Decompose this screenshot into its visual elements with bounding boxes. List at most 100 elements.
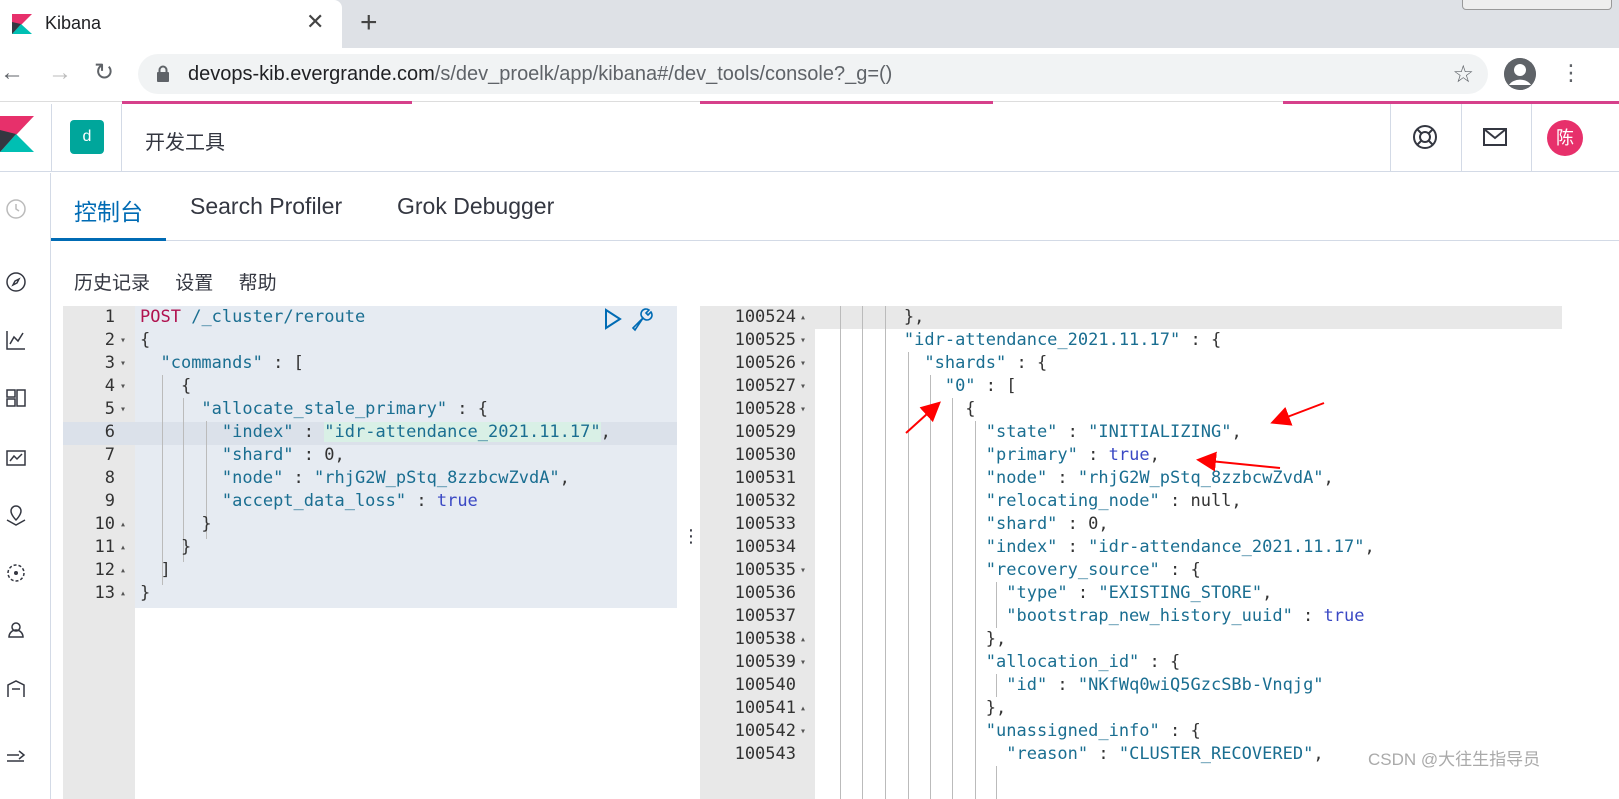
collapse-nav-icon[interactable] [4,746,28,770]
code-text: "index" : "idr-attendance_2021.11.17", [985,537,1375,557]
code-text: { [140,376,192,396]
line-number: 12 [94,560,115,580]
fold-close-icon[interactable]: ▴ [800,306,806,329]
code-text: }, [822,629,1007,649]
logs-icon[interactable] [4,677,28,701]
code-line: 100540 "id" : "NKfWq0wiQ5GzcSBb-Vnqjg" [700,674,1619,697]
line-number: 7 [104,445,115,465]
header-divider [51,104,52,172]
help-link[interactable]: 帮助 [239,273,277,294]
maps-icon[interactable] [4,503,28,527]
fold-open-icon[interactable]: ▾ [800,375,806,398]
fold-open-icon[interactable]: ▾ [800,720,806,743]
line-number: 11 [94,537,115,557]
watermark: CSDN @大往生指导员 [1368,750,1541,769]
header-divider [121,104,122,172]
fold-open-icon[interactable]: ▾ [120,329,126,352]
dashboard-icon[interactable] [4,386,28,410]
forward-icon[interactable]: → [48,58,72,88]
clock-icon[interactable] [4,197,28,221]
compass-discover-icon[interactable] [4,270,28,294]
code-text: "index" : "idr-attendance_2021.11.17", [221,422,611,442]
code-line: 9 "accept_data_loss" : true [63,490,677,513]
line-number: 3 [104,353,115,373]
line-number: 100530 [734,445,796,465]
line-number: 100540 [734,675,796,695]
line-number: 100524 [734,307,796,327]
code-text: "commands" : [ [160,353,304,373]
browser-menu-icon[interactable]: ⋮ [1560,60,1582,86]
code-line: 6 "index" : "idr-attendance_2021.11.17", [63,421,677,444]
line-number: 100525 [734,330,796,350]
settings-link[interactable]: 设置 [175,273,213,294]
code-line: 5 ▾ "allocate_stale_primary" : { [63,398,677,421]
console-menu: 历史记录 设置 帮助 [74,268,297,295]
code-line: 100525 ▾ "idr-attendance_2021.11.17" : { [700,329,1619,352]
fold-open-icon[interactable]: ▾ [800,352,806,375]
code-text: "shard" : 0, [221,445,345,465]
tab-grok-debugger[interactable]: Grok Debugger [397,193,554,220]
fold-open-icon[interactable]: ▾ [120,375,126,398]
fold-open-icon[interactable]: ▾ [800,398,806,421]
code-text: "bootstrap_new_history_uuid" : true [1006,606,1365,626]
line-number: 100539 [734,652,796,672]
fold-close-icon[interactable]: ▴ [120,513,126,536]
code-text: "relocating_node" : null, [985,491,1242,511]
active-tab-indicator [51,238,166,241]
tab-console[interactable]: 控制台 [74,193,143,227]
bookmark-star-icon[interactable]: ☆ [1452,60,1474,89]
code-line: 13 ▴} [63,582,677,605]
code-line: 100532 "relocating_node" : null, [700,490,1619,513]
code-line: 100541 ▴ }, [700,697,1619,720]
line-number: 9 [104,491,115,511]
url-input[interactable]: devops-kib.evergrande.com/s/dev_proelk/a… [138,54,1488,94]
code-line: 1 POST /_cluster/reroute [63,306,677,329]
fold-close-icon[interactable]: ▴ [120,536,126,559]
response-editor[interactable]: 100524 ▴ }, 100525 ▾ "idr-attendance_2021.1… [700,306,1619,799]
fold-open-icon[interactable]: ▾ [120,398,126,421]
ml-icon[interactable] [4,561,28,585]
line-number: 100543 [734,744,796,764]
line-number: 100527 [734,376,796,396]
fold-open-icon[interactable]: ▾ [800,329,806,352]
fold-close-icon[interactable]: ▴ [800,697,806,720]
fold-close-icon[interactable]: ▴ [120,559,126,582]
window-controls[interactable] [1462,0,1612,10]
canvas-icon[interactable] [4,445,28,469]
line-number: 100532 [734,491,796,511]
fold-close-icon[interactable]: ▴ [120,582,126,605]
tab-search-profiler[interactable]: Search Profiler [190,193,342,220]
annotation-arrows [905,401,1325,472]
visualize-icon[interactable] [4,328,28,352]
back-icon[interactable]: ← [0,58,24,88]
line-number: 8 [104,468,115,488]
fold-open-icon[interactable]: ▾ [800,651,806,674]
mail-icon[interactable] [1482,124,1508,150]
code-text: "shard" : 0, [985,514,1109,534]
code-line: 100526 ▾ "shards" : { [700,352,1619,375]
line-number: 6 [104,422,115,442]
fold-close-icon[interactable]: ▴ [800,628,806,651]
new-tab-icon[interactable]: + [360,6,378,40]
fold-open-icon[interactable]: ▾ [120,352,126,375]
request-editor[interactable]: 1 POST /_cluster/reroute 2 ▾{3 ▾ "commands" … [63,306,677,799]
close-icon[interactable]: ✕ [306,10,324,34]
infrastructure-icon[interactable] [4,619,28,643]
browser-tab[interactable]: Kibana ✕ [0,0,342,48]
line-number: 100535 [734,560,796,580]
user-avatar[interactable]: 陈 [1547,120,1583,156]
reload-icon[interactable]: ↻ [94,58,114,88]
resize-handle[interactable]: ⋮ [682,526,700,547]
kibana-logo-icon[interactable] [0,116,34,152]
header-divider [1531,104,1532,172]
history-link[interactable]: 历史记录 [74,273,150,294]
profile-icon[interactable] [1504,58,1536,90]
code-line: 100534 "index" : "idr-attendance_2021.11… [700,536,1619,559]
browser-tab-title: Kibana [45,13,102,33]
line-number: 100541 [734,698,796,718]
help-lifebuoy-icon[interactable] [1412,124,1438,150]
fold-open-icon[interactable]: ▾ [800,559,806,582]
space-avatar[interactable]: d [70,120,104,154]
code-text: POST /_cluster/reroute [140,307,366,327]
lock-icon [157,65,169,82]
